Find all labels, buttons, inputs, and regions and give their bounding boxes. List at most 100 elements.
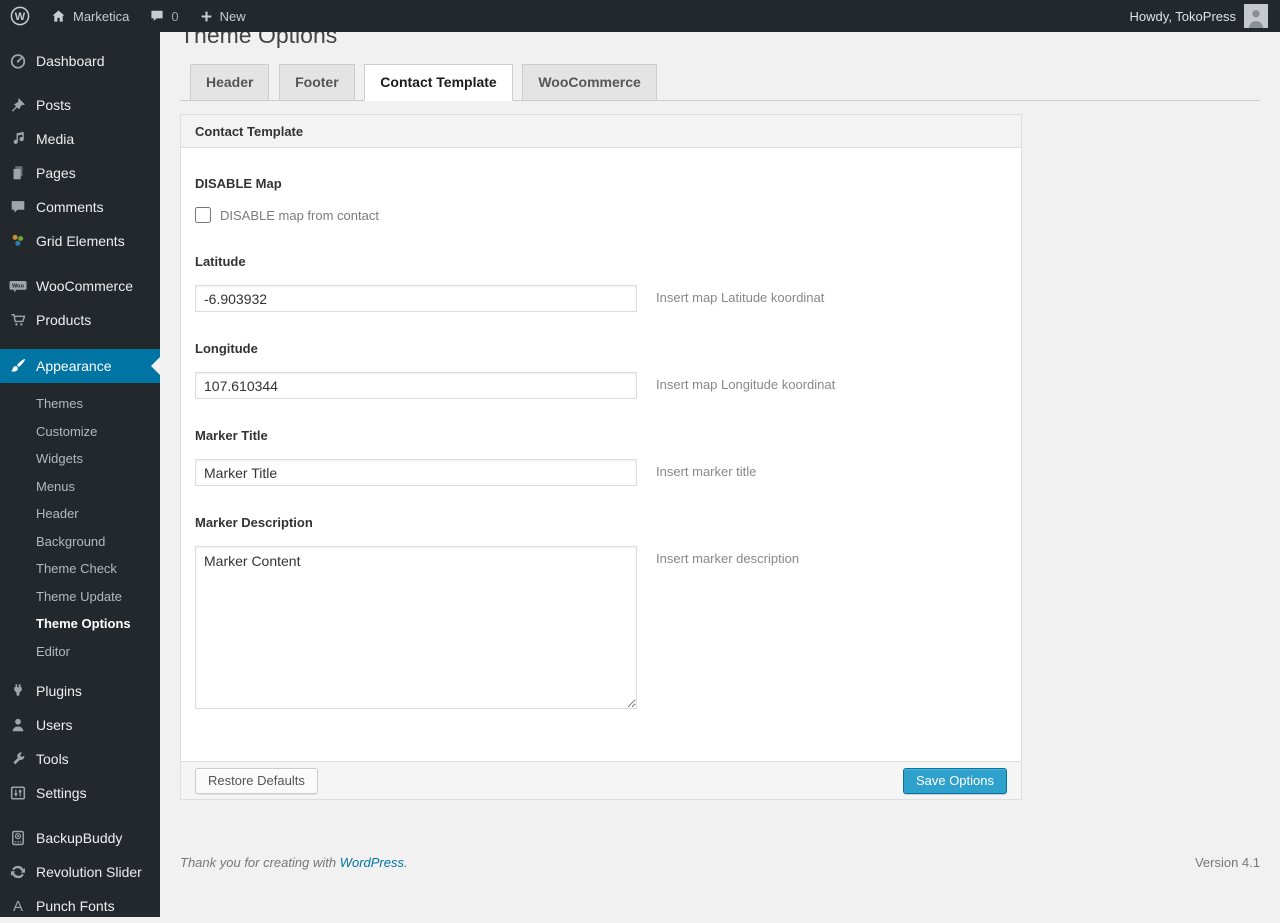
howdy-account-menu[interactable]: Howdy, TokoPress <box>1118 4 1280 28</box>
sidebar-item-plugins[interactable]: Plugins <box>0 674 160 708</box>
sidebar-subitem-themes[interactable]: Themes <box>0 390 160 418</box>
marker-title-hint: Insert marker title <box>656 464 757 479</box>
tab-woocommerce[interactable]: WooCommerce <box>522 64 657 101</box>
comment-bubble-icon <box>149 8 165 24</box>
sidebar-item-media[interactable]: Media <box>0 122 160 156</box>
sidebar-item-label: Punch Fonts <box>36 898 115 914</box>
sidebar-item-punch-fonts[interactable]: A Punch Fonts <box>0 889 160 923</box>
disable-map-checkbox[interactable] <box>195 207 211 223</box>
main-content: Theme Options Header Footer Contact Temp… <box>160 0 1280 882</box>
pin-icon <box>8 95 28 115</box>
sidebar-item-grid-elements[interactable]: Grid Elements <box>0 224 160 258</box>
sidebar-subitem-customize[interactable]: Customize <box>0 418 160 446</box>
refresh-icon <box>8 862 28 882</box>
sidebar-item-products[interactable]: Products <box>0 303 160 337</box>
wordpress-logo-icon: W <box>10 6 30 26</box>
sidebar-item-appearance[interactable]: Appearance <box>0 349 160 383</box>
woocommerce-icon: Woo <box>8 276 28 296</box>
longitude-field: Longitude Insert map Longitude koordinat <box>195 341 1007 399</box>
latitude-hint: Insert map Latitude koordinat <box>656 290 825 305</box>
pages-icon <box>8 163 28 183</box>
svg-text:W: W <box>15 11 26 23</box>
plug-icon <box>8 681 28 701</box>
tab-header[interactable]: Header <box>190 64 270 101</box>
sidebar-subitem-theme-options[interactable]: Theme Options <box>0 610 160 638</box>
sidebar-item-label: Media <box>36 131 75 147</box>
marker-description-textarea[interactable]: Marker Content <box>195 546 637 709</box>
wrench-icon <box>8 749 28 769</box>
sidebar-item-posts[interactable]: Posts <box>0 88 160 122</box>
media-icon <box>8 129 28 149</box>
tab-footer[interactable]: Footer <box>279 64 355 101</box>
howdy-text: Howdy, TokoPress <box>1129 8 1236 24</box>
sidebar-item-tools[interactable]: Tools <box>0 742 160 776</box>
user-icon <box>8 715 28 735</box>
new-menu[interactable]: New <box>189 0 256 32</box>
brush-icon <box>8 356 28 376</box>
new-label: New <box>219 8 246 24</box>
admin-sidebar: Dashboard Posts Media Pages Comments Gri… <box>0 32 160 917</box>
sidebar-subitem-theme-check[interactable]: Theme Check <box>0 555 160 583</box>
sidebar-subitem-header[interactable]: Header <box>0 500 160 528</box>
svg-text:Woo: Woo <box>12 284 25 290</box>
sidebar-item-dashboard[interactable]: Dashboard <box>0 44 160 78</box>
settings-icon <box>8 783 28 803</box>
letter-a-icon: A <box>12 897 23 915</box>
sidebar-subitem-background[interactable]: Background <box>0 528 160 556</box>
sidebar-item-backupbuddy[interactable]: BackupBuddy <box>0 821 160 855</box>
wordpress-logo-menu[interactable]: W <box>0 0 40 32</box>
sidebar-item-settings[interactable]: Settings <box>0 776 160 810</box>
admin-bar: W Marketica 0 New Howdy, TokoPress <box>0 0 1280 32</box>
field-label: Marker Title <box>195 428 268 443</box>
appearance-submenu: Themes Customize Widgets Menus Header Ba… <box>0 383 160 674</box>
contact-template-panel: Contact Template DISABLE Map DISABLE map… <box>180 114 1022 800</box>
version-label: Version 4.1 <box>1194 855 1260 870</box>
marker-title-input[interactable] <box>195 459 637 486</box>
field-label: Longitude <box>195 341 258 356</box>
restore-defaults-button[interactable]: Restore Defaults <box>195 767 318 794</box>
sidebar-item-pages[interactable]: Pages <box>0 156 160 190</box>
dashboard-icon <box>8 51 28 71</box>
site-name-menu[interactable]: Marketica <box>40 0 139 32</box>
longitude-input[interactable] <box>195 372 637 399</box>
avatar <box>1244 4 1268 28</box>
marker-title-field: Marker Title Insert marker title <box>195 428 1007 486</box>
panel-footer: Restore Defaults Save Options <box>181 761 1021 799</box>
comment-count: 0 <box>171 8 179 24</box>
comment-icon <box>8 197 28 217</box>
sidebar-item-revolution-slider[interactable]: Revolution Slider <box>0 855 160 889</box>
cart-icon <box>8 310 28 330</box>
disable-map-checkbox-label: DISABLE map from contact <box>220 207 379 223</box>
save-options-button[interactable]: Save Options <box>902 767 1007 794</box>
sidebar-subitem-menus[interactable]: Menus <box>0 473 160 501</box>
comments-menu[interactable]: 0 <box>139 0 188 32</box>
longitude-hint: Insert map Longitude koordinat <box>656 377 836 392</box>
footer-thanks-prefix: Thank you for creating with <box>180 855 340 870</box>
backup-icon <box>8 828 28 848</box>
sidebar-item-comments[interactable]: Comments <box>0 190 160 224</box>
sidebar-item-woocommerce[interactable]: Woo WooCommerce <box>0 269 160 303</box>
field-label: Marker Description <box>195 515 313 530</box>
sidebar-subitem-editor[interactable]: Editor <box>0 638 160 666</box>
latitude-input[interactable] <box>195 285 637 312</box>
sidebar-subitem-widgets[interactable]: Widgets <box>0 445 160 473</box>
sidebar-item-label: Appearance <box>36 358 112 374</box>
sidebar-item-users[interactable]: Users <box>0 708 160 742</box>
sidebar-item-label: Settings <box>36 785 87 801</box>
sidebar-subitem-theme-update[interactable]: Theme Update <box>0 583 160 611</box>
sidebar-item-label: Users <box>36 717 73 733</box>
marker-description-hint: Insert marker description <box>656 551 800 566</box>
home-icon <box>50 8 67 25</box>
tab-contact-template[interactable]: Contact Template <box>364 64 513 101</box>
wordpress-link[interactable]: WordPress <box>340 855 404 870</box>
field-label: Latitude <box>195 254 246 269</box>
sidebar-item-label: Pages <box>36 165 76 181</box>
plus-icon <box>199 9 214 24</box>
panel-body: DISABLE Map DISABLE map from contact Lat… <box>181 148 1021 761</box>
page-footer: Thank you for creating with WordPress. V… <box>180 855 1260 882</box>
site-name: Marketica <box>73 8 130 24</box>
sidebar-item-label: Grid Elements <box>36 233 125 249</box>
grid-elements-icon <box>8 231 28 251</box>
sidebar-item-label: Posts <box>36 97 72 113</box>
panel-title: Contact Template <box>181 115 1021 148</box>
